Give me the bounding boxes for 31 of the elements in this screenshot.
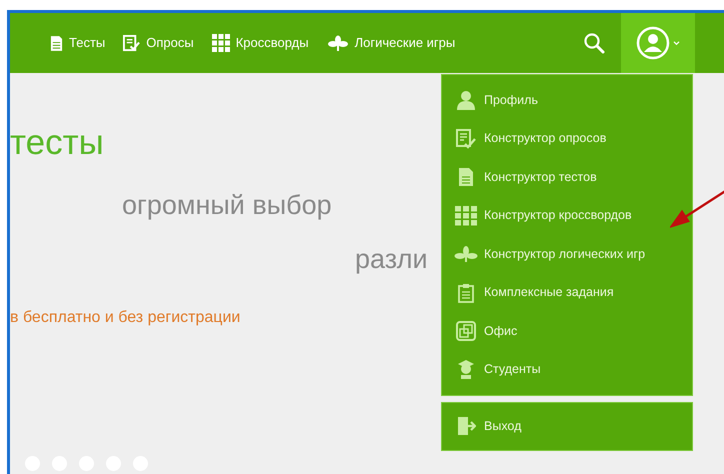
menu-item[interactable]: Офис xyxy=(442,312,692,350)
user-menu-button[interactable] xyxy=(621,13,695,73)
menu-item[interactable]: Выход xyxy=(442,407,692,446)
hero-tagline: в бесплатно и без регистрации xyxy=(10,310,240,326)
checklist-icon xyxy=(123,34,140,52)
hero-subtitle: огромный выбор xyxy=(122,192,332,219)
search-icon[interactable] xyxy=(583,32,605,54)
checklist-icon xyxy=(454,128,478,149)
document-icon xyxy=(50,34,63,52)
person-icon xyxy=(454,90,478,110)
nav-link[interactable]: Тесты xyxy=(50,33,106,53)
menu-item[interactable]: Комплексные задания xyxy=(442,274,692,312)
window-icon xyxy=(454,321,478,342)
menu-item[interactable]: Конструктор кроссвордов xyxy=(442,196,692,235)
menu-item[interactable]: Конструктор опросов xyxy=(442,120,692,158)
sprout-icon xyxy=(454,246,478,262)
menu-item[interactable]: Студенты xyxy=(442,350,692,389)
menu-item[interactable]: Конструктор логических игр xyxy=(442,235,692,274)
nav-link[interactable]: Кроссворды xyxy=(212,33,309,53)
hero-text: разли xyxy=(355,246,428,273)
menu-item[interactable]: Конструктор тестов xyxy=(442,158,692,196)
caret-icon xyxy=(673,40,680,46)
annotation-arrow xyxy=(670,188,724,228)
grid-icon xyxy=(212,34,230,52)
hero-title: тесты xyxy=(10,125,104,160)
nav-link[interactable]: Опросы xyxy=(123,33,194,53)
user-avatar-icon xyxy=(636,26,670,60)
nav-link[interactable]: Логические игры xyxy=(326,33,456,53)
grid-icon xyxy=(454,206,478,226)
sprout-icon xyxy=(326,35,349,51)
menu-item[interactable]: Профиль xyxy=(442,81,692,120)
